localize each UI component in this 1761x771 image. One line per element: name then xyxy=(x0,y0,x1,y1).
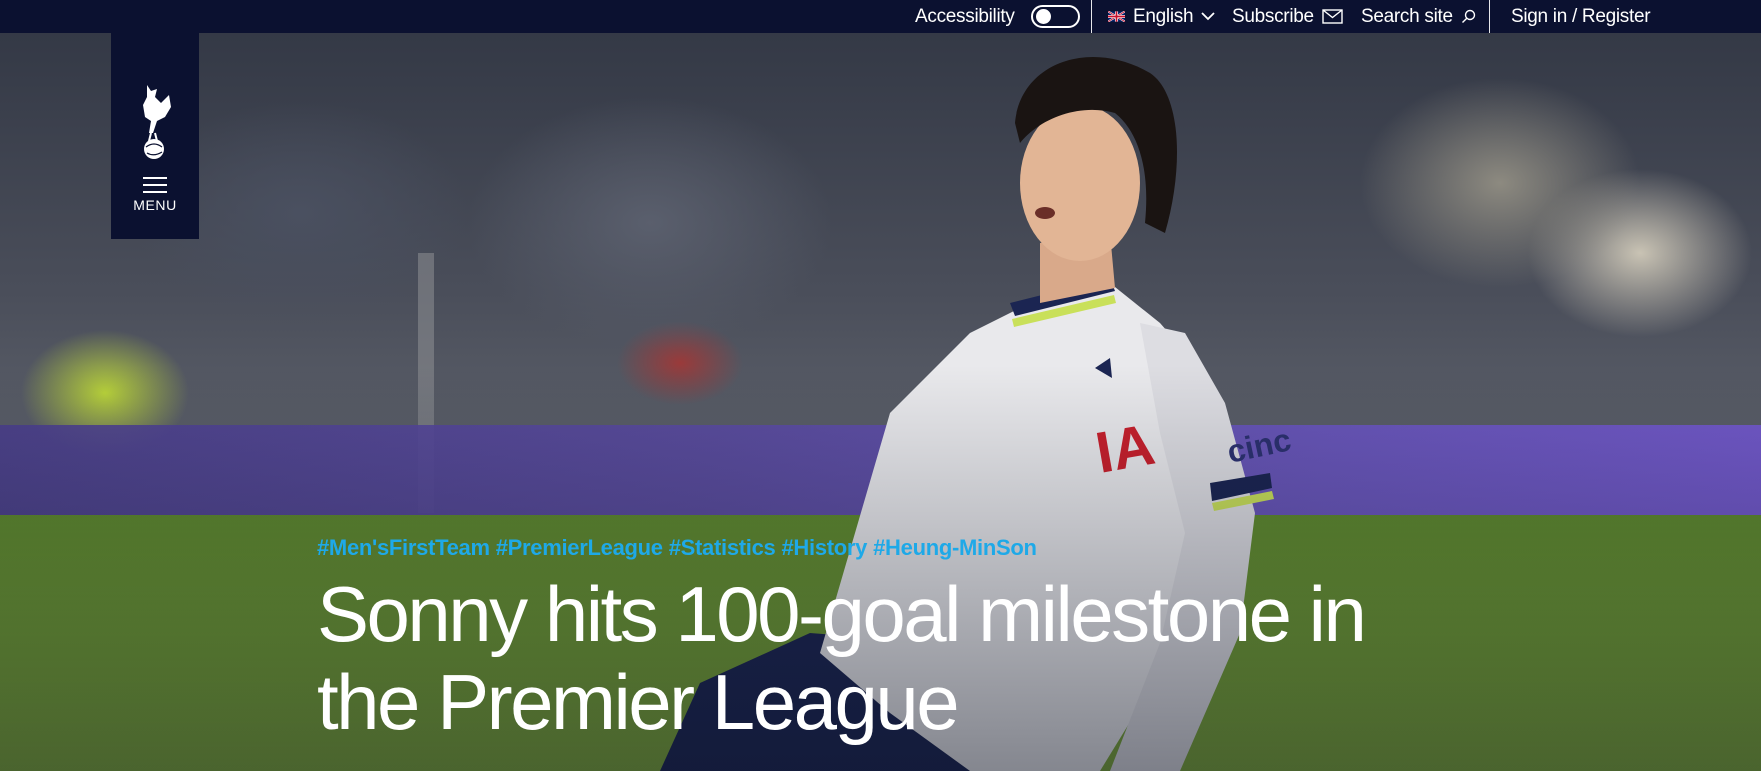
article-tags: #Men'sFirstTeam #PremierLeague #Statisti… xyxy=(317,535,1037,561)
envelope-icon xyxy=(1322,9,1343,24)
toggle-knob xyxy=(1036,9,1051,24)
divider xyxy=(1091,0,1092,33)
tag-history[interactable]: #History xyxy=(781,535,867,561)
search-link[interactable]: Search site xyxy=(1361,0,1476,33)
tag-premier-league[interactable]: #PremierLeague xyxy=(496,535,663,561)
club-menu-box[interactable]: MENU xyxy=(111,29,199,239)
accessibility-label: Accessibility xyxy=(915,5,1015,27)
hamburger-icon[interactable] xyxy=(143,177,167,195)
uk-flag-icon xyxy=(1108,11,1125,22)
divider xyxy=(1489,0,1490,33)
subscribe-link[interactable]: Subscribe xyxy=(1232,0,1343,33)
subscribe-label: Subscribe xyxy=(1232,5,1314,27)
sign-in-register-link[interactable]: Sign in / Register xyxy=(1511,0,1651,33)
tag-statistics[interactable]: #Statistics xyxy=(669,535,776,561)
search-label: Search site xyxy=(1361,5,1453,27)
tag-heung-min-son[interactable]: #Heung-MinSon xyxy=(873,535,1037,561)
tag-mens-first-team[interactable]: #Men'sFirstTeam xyxy=(317,535,490,561)
club-crest-icon xyxy=(143,85,171,159)
top-utility-bar: Accessibility English Subscribe Search s… xyxy=(0,0,1761,33)
chevron-down-icon xyxy=(1201,12,1215,21)
article-headline: Sonny hits 100-goal milestone in the Pre… xyxy=(317,570,1367,746)
search-icon xyxy=(1461,9,1475,23)
language-label: English xyxy=(1133,5,1194,27)
menu-label[interactable]: MENU xyxy=(133,197,177,213)
language-selector[interactable]: English xyxy=(1108,0,1215,33)
accessibility-toggle[interactable] xyxy=(1031,5,1080,28)
